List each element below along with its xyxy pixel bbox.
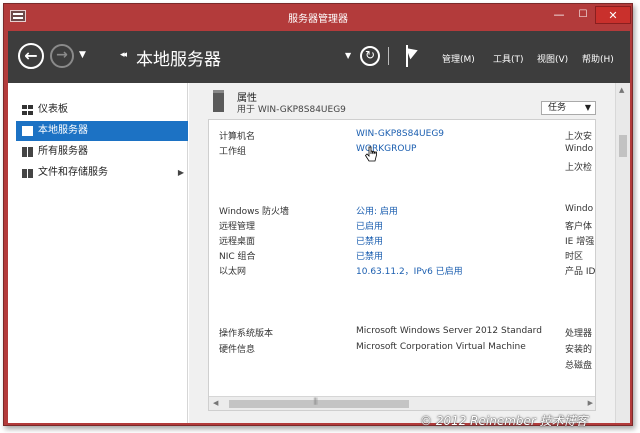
properties-panel: 计算机名 WIN-GKP8S84UEG9 上次安 工作组 WORKGROUP W… xyxy=(208,119,596,411)
property-row-os-version: 操作系统版本 Microsoft Windows Server 2012 Sta… xyxy=(209,326,595,340)
main-panel: 属性 用于 WIN-GKP8S84UEG9 任务 ▼ 计算机名 WIN-GKP8… xyxy=(189,83,630,423)
server-icon xyxy=(22,126,33,136)
menu-view[interactable]: 视图(V) xyxy=(537,52,568,65)
remote-desktop-link[interactable]: 已禁用 xyxy=(356,234,383,247)
refresh-icon[interactable]: ↻ xyxy=(360,46,380,66)
property-label: 工作组 xyxy=(219,147,247,157)
property-label-right: IE 增强 xyxy=(565,237,595,247)
vertical-scrollbar[interactable]: ▲ xyxy=(615,83,630,423)
property-label-right: 产品 ID xyxy=(565,267,596,277)
tasks-label: 任务 xyxy=(548,103,567,113)
minimize-button[interactable]: — xyxy=(547,6,571,24)
scroll-left-icon[interactable]: ◀ xyxy=(213,399,218,407)
vertical-scroll-thumb[interactable] xyxy=(619,135,627,157)
breadcrumb-arrows-icon: ◂◂ xyxy=(120,50,127,60)
notification-flag-icon[interactable] xyxy=(406,44,420,67)
property-label-right: Windo xyxy=(565,204,594,214)
property-row-hardware: 硬件信息 Microsoft Corporation Virtual Machi… xyxy=(209,342,595,356)
property-label-right: 上次安 xyxy=(565,132,593,142)
close-button[interactable]: ✕ xyxy=(595,6,631,24)
sidebar-item-label: 文件和存储服务 xyxy=(38,167,108,178)
page-title: 本地服务器 xyxy=(136,50,221,70)
scroll-right-icon[interactable]: ▶ xyxy=(588,399,593,407)
sidebar-item-label: 所有服务器 xyxy=(38,146,88,157)
refresh-dropdown-icon[interactable]: ▼ xyxy=(345,51,351,60)
horizontal-scrollbar[interactable]: ◀ ||| ▶ xyxy=(209,396,595,410)
remote-management-link[interactable]: 已启用 xyxy=(356,219,383,232)
sidebar-item-label: 仪表板 xyxy=(38,104,68,115)
property-label: 远程管理 xyxy=(219,222,256,232)
property-row-computer-name: 计算机名 WIN-GKP8S84UEG9 上次安 xyxy=(209,129,595,143)
property-row-remote-management: 远程管理 已启用 客户体 xyxy=(209,219,595,233)
property-label-right: 上次检 xyxy=(565,163,593,173)
toolbar-separator xyxy=(388,47,389,65)
title-bar[interactable]: 服务器管理器 — ☐ ✕ xyxy=(4,4,632,31)
property-label-right: 安装的 xyxy=(565,345,593,355)
app-window: 服务器管理器 — ☐ ✕ ← → ▼ ◂◂ 本地服务器 ▼ ↻ 管理(M) 工具… xyxy=(3,3,633,426)
storage-icon xyxy=(22,168,33,178)
menu-tools[interactable]: 工具(T) xyxy=(493,52,524,65)
watermark: © 2012 Reinember 技术博客 xyxy=(420,414,588,428)
property-value: Microsoft Windows Server 2012 Standard xyxy=(356,326,542,336)
firewall-link[interactable]: 公用: 启用 xyxy=(356,204,398,217)
chevron-down-icon: ▼ xyxy=(584,103,591,112)
property-label: 操作系统版本 xyxy=(219,329,274,339)
dashboard-icon xyxy=(22,105,33,115)
nic-teaming-link[interactable]: 已禁用 xyxy=(356,249,383,262)
property-row-blank: 上次检 xyxy=(209,160,595,174)
property-row-disk: 总磁盘 xyxy=(209,358,595,372)
property-label-right: 处理器 xyxy=(565,329,593,339)
property-row-nic-teaming: NIC 组合 已禁用 时区 xyxy=(209,249,595,263)
tasks-dropdown-button[interactable]: 任务 ▼ xyxy=(541,101,596,115)
property-label: 计算机名 xyxy=(219,132,256,142)
menu-manage[interactable]: 管理(M) xyxy=(442,52,475,65)
sidebar-item-label: 本地服务器 xyxy=(38,125,88,136)
ethernet-link[interactable]: 10.63.11.2，IPv6 已启用 xyxy=(356,264,463,277)
maximize-button[interactable]: ☐ xyxy=(571,6,595,24)
scroll-grip-icon: ||| xyxy=(313,397,318,405)
window-title: 服务器管理器 xyxy=(288,14,348,25)
property-label-right: 客户体 xyxy=(565,222,593,232)
chevron-right-icon[interactable]: ▶ xyxy=(178,163,184,183)
computer-name-link[interactable]: WIN-GKP8S84UEG9 xyxy=(356,129,444,139)
horizontal-scroll-thumb[interactable] xyxy=(229,400,409,408)
property-row-firewall: Windows 防火墙 公用: 启用 Windo xyxy=(209,204,595,218)
navigation-bar: ← → ▼ ◂◂ 本地服务器 ▼ ↻ 管理(M) 工具(T) 视图(V) 帮助(… xyxy=(8,31,630,83)
property-row-ethernet: 以太网 10.63.11.2，IPv6 已启用 产品 ID xyxy=(209,264,596,278)
sidebar-item-all-servers[interactable]: 所有服务器 xyxy=(16,142,188,162)
menu-help[interactable]: 帮助(H) xyxy=(582,52,614,65)
sidebar-item-local-server[interactable]: 本地服务器 xyxy=(16,121,188,141)
sidebar-item-file-storage[interactable]: 文件和存储服务 ▶ xyxy=(16,163,188,183)
sidebar: 仪表板 本地服务器 所有服务器 文件和存储服务 ▶ xyxy=(8,83,188,423)
property-row-workgroup: 工作组 WORKGROUP Windo xyxy=(209,144,595,158)
properties-subtitle: 用于 WIN-GKP8S84UEG9 xyxy=(237,105,346,115)
property-label: Windows 防火墙 xyxy=(219,207,290,217)
scroll-up-icon[interactable]: ▲ xyxy=(619,86,624,94)
history-dropdown-icon[interactable]: ▼ xyxy=(79,50,86,60)
forward-arrow-icon[interactable]: → xyxy=(50,44,74,68)
property-label-right: Windo xyxy=(565,144,594,154)
property-label: 远程桌面 xyxy=(219,237,256,247)
properties-server-icon xyxy=(213,90,224,112)
property-label: 以太网 xyxy=(219,267,247,277)
servers-icon xyxy=(22,147,33,157)
property-label-right: 总磁盘 xyxy=(565,361,593,371)
property-value: Microsoft Corporation Virtual Machine xyxy=(356,342,526,352)
property-label: NIC 组合 xyxy=(219,252,256,262)
property-label-right: 时区 xyxy=(565,252,584,262)
sidebar-item-dashboard[interactable]: 仪表板 xyxy=(16,100,188,120)
content-area: 仪表板 本地服务器 所有服务器 文件和存储服务 ▶ 属性 用于 WIN-GKP8… xyxy=(8,83,630,423)
back-arrow-icon[interactable]: ← xyxy=(18,43,44,69)
property-label: 硬件信息 xyxy=(219,345,256,355)
hand-cursor-icon xyxy=(364,146,377,162)
property-row-remote-desktop: 远程桌面 已禁用 IE 增强 xyxy=(209,234,595,248)
